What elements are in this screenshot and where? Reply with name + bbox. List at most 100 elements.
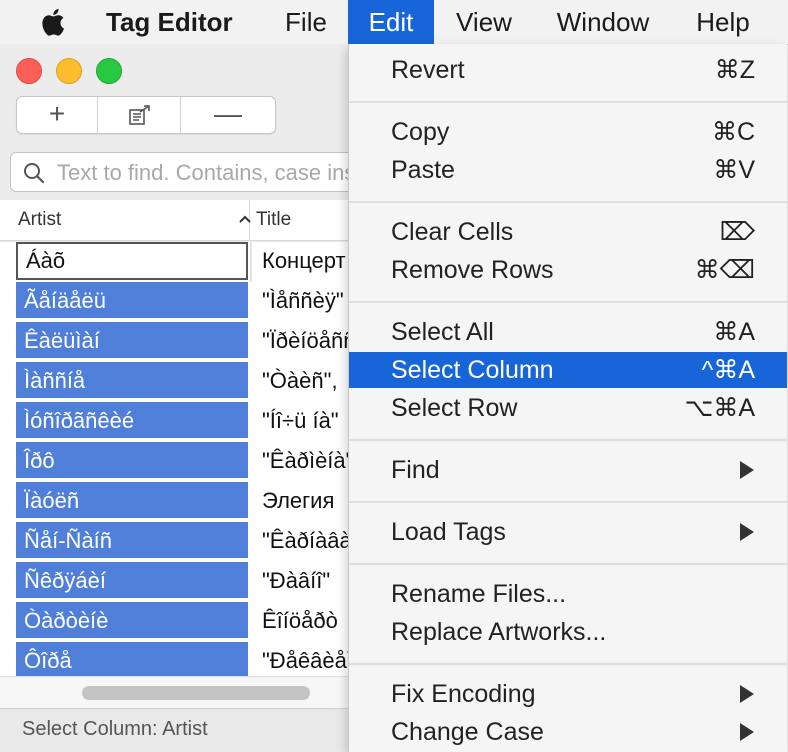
column-header-artist[interactable]: Artist <box>12 200 251 240</box>
search-field[interactable] <box>10 152 372 192</box>
edit-menu[interactable]: Edit <box>348 0 434 44</box>
menu-item-revert[interactable]: Revert ⌘Z <box>349 52 787 88</box>
menu-item-select-column[interactable]: Select Column ^⌘A <box>349 352 787 388</box>
zoom-window-button[interactable] <box>96 58 122 84</box>
table-header: Artist Title <box>0 200 360 241</box>
menu-item-label: Rename Files... <box>391 580 567 608</box>
menu-item-shortcut: ^⌘A <box>701 356 755 384</box>
table-row[interactable]: Ïàóëñ Элегия <box>0 482 360 522</box>
title-cell[interactable]: Элегия <box>254 482 360 520</box>
title-cell[interactable]: "Ðåêâèåì" <box>254 642 360 676</box>
view-menu[interactable]: View <box>440 0 528 44</box>
search-input[interactable] <box>55 157 359 189</box>
table-row[interactable]: Îðô "Êàðìèíà" <box>0 442 360 482</box>
status-text: Select Column: Artist <box>22 718 208 740</box>
menu-separator <box>349 439 787 441</box>
column-header-title[interactable]: Title <box>250 200 360 240</box>
menu-item-label: Clear Cells <box>391 218 514 246</box>
title-cell[interactable]: "Íî÷ü íà" <box>254 402 360 440</box>
scrollbar-thumb[interactable] <box>82 686 310 700</box>
help-menu[interactable]: Help <box>678 0 768 44</box>
menu-item-select-all[interactable]: Select All ⌘A <box>349 314 787 350</box>
menu-item-label: Find <box>391 456 440 484</box>
submenu-arrow-icon <box>740 523 754 541</box>
file-menu[interactable]: File <box>272 0 340 44</box>
menu-separator <box>349 101 787 103</box>
table-row[interactable]: Òàðòèíè Êîíöåðò <box>0 602 360 642</box>
menu-separator <box>349 201 787 203</box>
artist-cell[interactable]: Òàðòèíè <box>16 602 248 640</box>
tag-editor-window: + — Artist Title <box>0 44 372 752</box>
artist-cell[interactable]: Ñåí-Ñàíñ <box>16 522 248 560</box>
title-cell[interactable]: "Êàðìèíà" <box>254 442 360 480</box>
artist-cell[interactable]: Ìàññíå <box>16 362 248 400</box>
menu-item-rename-files[interactable]: Rename Files... <box>349 576 787 612</box>
title-cell[interactable]: "Êàðíàâàë" <box>254 522 360 560</box>
menu-item-label: Select Column <box>391 356 554 384</box>
artist-cell[interactable]: Îðô <box>16 442 248 480</box>
menu-item-replace-artworks[interactable]: Replace Artworks... <box>349 614 787 650</box>
title-cell[interactable]: Êîíöåðò <box>254 602 360 640</box>
menu-item-change-case[interactable]: Change Case <box>349 714 787 750</box>
menu-item-shortcut: ⌘⌫ <box>694 256 755 284</box>
remove-button[interactable]: — <box>181 97 275 133</box>
table-row[interactable]: Ñêðÿáèí "Ðàâíî" <box>0 562 360 602</box>
close-window-button[interactable] <box>16 58 42 84</box>
menu-item-select-row[interactable]: Select Row ⌥⌘A <box>349 390 787 426</box>
menu-item-label: Select All <box>391 318 494 346</box>
title-cell[interactable]: "Ïðèíöåññà" <box>254 322 360 360</box>
table-row[interactable]: Ôîðå "Ðåêâèåì" <box>0 642 360 676</box>
menu-item-label: Change Case <box>391 718 544 746</box>
delete-forward-icon: ⌦ <box>719 218 755 246</box>
plus-icon: + <box>48 98 66 129</box>
artist-cell[interactable]: Ìóñîðãñêèé <box>16 402 248 440</box>
menu-item-clear-cells[interactable]: Clear Cells ⌦ <box>349 214 787 250</box>
add-button[interactable]: + <box>17 97 98 133</box>
menu-item-label: Select Row <box>391 394 518 422</box>
menu-item-remove-rows[interactable]: Remove Rows ⌘⌫ <box>349 252 787 288</box>
column-header-label: Title <box>256 209 292 230</box>
artist-cell[interactable]: Ñêðÿáèí <box>16 562 248 600</box>
tracks-table: Áàõ Концерт Ãåíäåëü "Ìåññèÿ" Êàëüìàí "Ïð… <box>0 242 360 676</box>
apple-menu-icon[interactable] <box>38 0 72 44</box>
menu-item-load-tags[interactable]: Load Tags <box>349 514 787 550</box>
title-cell[interactable]: Концерт <box>254 242 360 280</box>
menu-bar: Tag Editor File Edit View Window Help <box>0 0 788 45</box>
table-row[interactable]: Ñåí-Ñàíñ "Êàðíàâàë" <box>0 522 360 562</box>
title-cell[interactable]: "Ðàâíî" <box>254 562 360 600</box>
artist-cell[interactable]: Êàëüìàí <box>16 322 248 360</box>
menu-separator <box>349 501 787 503</box>
menu-item-copy[interactable]: Copy ⌘C <box>349 114 787 150</box>
menu-item-label: Replace Artworks... <box>391 618 607 646</box>
artist-cell[interactable]: Áàõ <box>16 242 248 280</box>
menu-item-label: Remove Rows <box>391 256 554 284</box>
submenu-arrow-icon <box>740 723 754 741</box>
table-row[interactable]: Ìàññíå "Òàèñ", <box>0 362 360 402</box>
menu-item-label: Copy <box>391 118 450 146</box>
app-name-menu[interactable]: Tag Editor <box>106 0 252 44</box>
minimize-window-button[interactable] <box>56 58 82 84</box>
table-row[interactable]: Êàëüìàí "Ïðèíöåññà" <box>0 322 360 362</box>
menu-separator <box>349 301 787 303</box>
column-header-label: Artist <box>18 209 62 230</box>
menu-item-shortcut: ⌘A <box>713 318 755 346</box>
window-menu[interactable]: Window <box>538 0 668 44</box>
table-row[interactable]: Ãåíäåëü "Ìåññèÿ" <box>0 282 360 322</box>
menu-item-fix-encoding[interactable]: Fix Encoding <box>349 676 787 712</box>
title-cell[interactable]: "Ìåññèÿ" <box>254 282 360 320</box>
title-cell[interactable]: "Òàèñ", <box>254 362 360 400</box>
menu-separator <box>349 563 787 565</box>
artist-cell[interactable]: Ôîðå <box>16 642 248 676</box>
export-icon <box>129 105 150 125</box>
artist-cell[interactable]: Ãåíäåëü <box>16 282 248 320</box>
horizontal-scrollbar[interactable] <box>0 676 360 709</box>
table-row[interactable]: Ìóñîðãñêèé "Íî÷ü íà" <box>0 402 360 442</box>
menu-separator <box>349 663 787 665</box>
table-row[interactable]: Áàõ Концерт <box>0 242 360 282</box>
export-button[interactable] <box>98 97 181 133</box>
minus-icon: — <box>214 98 242 129</box>
menu-item-find[interactable]: Find <box>349 452 787 488</box>
artist-cell[interactable]: Ïàóëñ <box>16 482 248 520</box>
menu-item-shortcut: ⌘Z <box>714 56 755 84</box>
menu-item-paste[interactable]: Paste ⌘V <box>349 152 787 188</box>
